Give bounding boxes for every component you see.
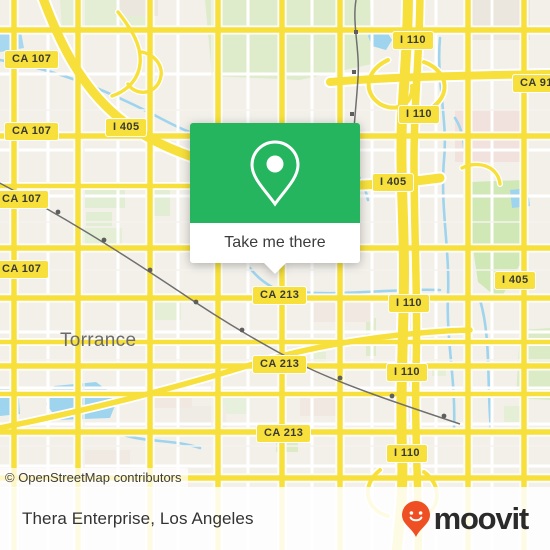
map-screenshot: .rd-c{stroke:#fff;fill:none;stroke-linec… <box>0 0 550 550</box>
road-shield: I 405 <box>494 271 537 290</box>
map-pin-icon <box>250 140 300 207</box>
take-me-there-label: Take me there <box>224 234 326 251</box>
osm-attribution[interactable]: © OpenStreetMap contributors <box>0 468 188 488</box>
popup-pointer-tail <box>263 262 287 274</box>
place-name-label: Thera Enterprise, Los Angeles <box>22 508 254 528</box>
road-shield: CA 107 <box>4 50 60 69</box>
road-shield: I 110 <box>398 105 440 124</box>
road-shield: CA 107 <box>0 260 50 279</box>
road-shield: I 110 <box>386 444 428 463</box>
moovit-wordmark: moovit <box>433 501 530 536</box>
road-shield: CA 213 <box>252 355 308 374</box>
bottom-info-bar: Thera Enterprise, Los Angeles moovit <box>0 487 550 550</box>
road-shield: CA 91 <box>512 74 550 93</box>
road-shield: CA 107 <box>4 122 60 141</box>
road-shield: I 405 <box>372 173 415 192</box>
road-shield: I 110 <box>386 363 428 382</box>
moovit-logo[interactable]: moovit <box>401 500 530 538</box>
road-shield: CA 213 <box>252 286 308 305</box>
popup-image-panel <box>190 123 360 223</box>
road-shield: CA 107 <box>0 190 50 209</box>
popup-action-panel[interactable]: Take me there <box>190 223 360 274</box>
moovit-smiley-pin-icon <box>401 500 430 537</box>
city-label-torrance: Torrance <box>60 330 137 351</box>
road-shield: I 405 <box>105 118 148 137</box>
road-shield: I 110 <box>392 31 434 50</box>
road-shield: I 110 <box>388 294 430 313</box>
road-shield: CA 213 <box>256 424 312 443</box>
destination-popup[interactable]: Take me there <box>190 123 360 274</box>
